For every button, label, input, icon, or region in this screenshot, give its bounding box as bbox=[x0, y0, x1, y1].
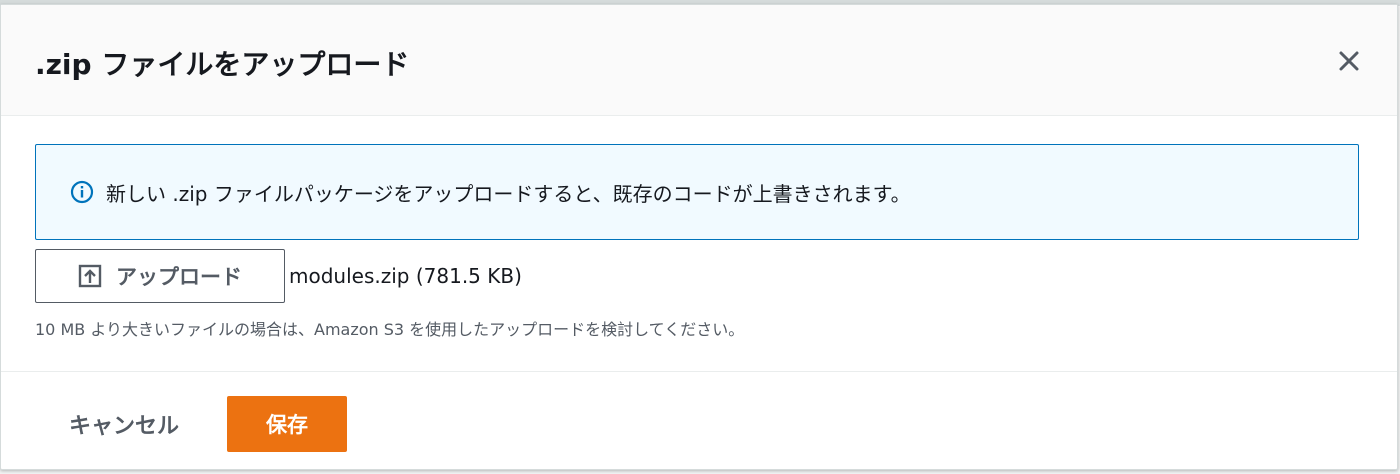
selected-file-name: modules.zip (781.5 KB) bbox=[289, 264, 522, 288]
upload-row: アップロード modules.zip (781.5 KB) bbox=[35, 249, 522, 303]
cancel-button[interactable]: キャンセル bbox=[69, 408, 179, 440]
modal-footer: キャンセル 保存 bbox=[1, 372, 1397, 468]
upload-button-label: アップロード bbox=[116, 265, 242, 289]
size-hint-text: 10 MB より大きいファイルの場合は、Amazon S3 を使用したアップロー… bbox=[35, 320, 745, 339]
info-icon bbox=[70, 180, 94, 204]
close-button[interactable] bbox=[1333, 45, 1365, 77]
modal-header: .zip ファイルをアップロード bbox=[1, 5, 1397, 116]
modal-title: .zip ファイルをアップロード bbox=[35, 48, 410, 81]
close-icon bbox=[1339, 51, 1359, 71]
save-button[interactable]: 保存 bbox=[227, 396, 347, 452]
upload-icon bbox=[78, 264, 102, 288]
info-alert: 新しい .zip ファイルパッケージをアップロードすると、既存のコードが上書きさ… bbox=[35, 144, 1359, 240]
upload-button[interactable]: アップロード bbox=[35, 249, 285, 303]
upload-zip-modal: .zip ファイルをアップロード 新しい .zip ファイルパッケージをアップロ… bbox=[0, 4, 1398, 470]
alert-message: 新しい .zip ファイルパッケージをアップロードすると、既存のコードが上書きさ… bbox=[106, 181, 911, 206]
modal-body: 新しい .zip ファイルパッケージをアップロードすると、既存のコードが上書きさ… bbox=[1, 116, 1397, 372]
